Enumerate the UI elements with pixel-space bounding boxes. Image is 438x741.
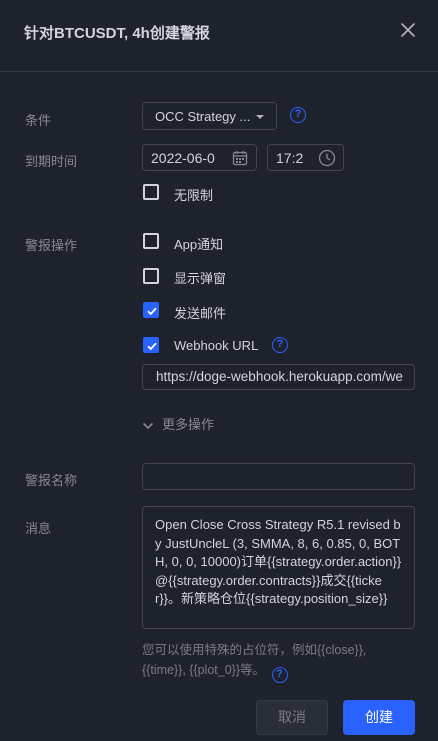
message-textarea[interactable]: Open Close Cross Strategy R5.1 revised b…: [142, 506, 415, 629]
webhook-checkbox[interactable]: [143, 337, 159, 353]
message-text: Open Close Cross Strategy R5.1 revised b…: [155, 517, 402, 606]
check-icon: [147, 342, 157, 351]
alert-name-label: 警报名称: [25, 473, 78, 488]
close-icon[interactable]: [398, 20, 418, 40]
show-popup-checkbox[interactable]: [143, 268, 159, 284]
chevron-down-icon: [142, 422, 154, 429]
send-email-label: 发送邮件: [174, 306, 227, 321]
actions-label: 警报操作: [25, 238, 78, 253]
more-actions-toggle[interactable]: 更多操作: [142, 414, 214, 433]
expiration-label: 到期时间: [25, 154, 78, 169]
create-button[interactable]: 创建: [343, 700, 415, 735]
help-icon[interactable]: ?: [272, 337, 288, 353]
cancel-button[interactable]: 取消: [256, 700, 328, 735]
condition-select-value: OCC Strategy ...: [155, 109, 251, 124]
check-icon: [147, 307, 157, 316]
webhook-label: Webhook URL: [174, 338, 259, 353]
calendar-icon[interactable]: [231, 149, 249, 167]
help-icon[interactable]: ?: [290, 107, 306, 123]
alert-name-input[interactable]: [142, 463, 415, 490]
webhook-url-input[interactable]: https://doge-webhook.herokuapp.com/we: [142, 364, 415, 390]
header-divider: [0, 71, 438, 72]
expiration-time-value: 17:2: [276, 150, 304, 166]
placeholder-hint: 您可以使用特殊的占位符，例如{{close}}, {{time}}, {{plo…: [142, 640, 412, 683]
app-notify-label: App通知: [174, 237, 224, 252]
send-email-checkbox[interactable]: [143, 302, 159, 318]
condition-label: 条件: [25, 113, 52, 128]
expiration-date-value: 2022-06-0: [151, 150, 215, 166]
clock-icon[interactable]: [317, 148, 337, 168]
message-label: 消息: [25, 521, 52, 536]
unlimited-checkbox[interactable]: [143, 184, 159, 200]
show-popup-label: 显示弹窗: [174, 271, 227, 286]
more-actions-label: 更多操作: [162, 417, 215, 432]
placeholder-hint-text: 您可以使用特殊的占位符，例如{{close}}, {{time}}, {{plo…: [142, 643, 367, 677]
condition-select[interactable]: OCC Strategy ...: [142, 102, 277, 130]
dialog-title: 针对BTCUSDT, 4h创建警报: [24, 25, 210, 42]
help-icon[interactable]: ?: [271, 667, 288, 683]
chevron-down-icon: [256, 115, 264, 119]
app-notify-checkbox[interactable]: [143, 233, 159, 249]
webhook-url-value: https://doge-webhook.herokuapp.com/we: [156, 369, 403, 384]
unlimited-label: 无限制: [174, 188, 214, 203]
